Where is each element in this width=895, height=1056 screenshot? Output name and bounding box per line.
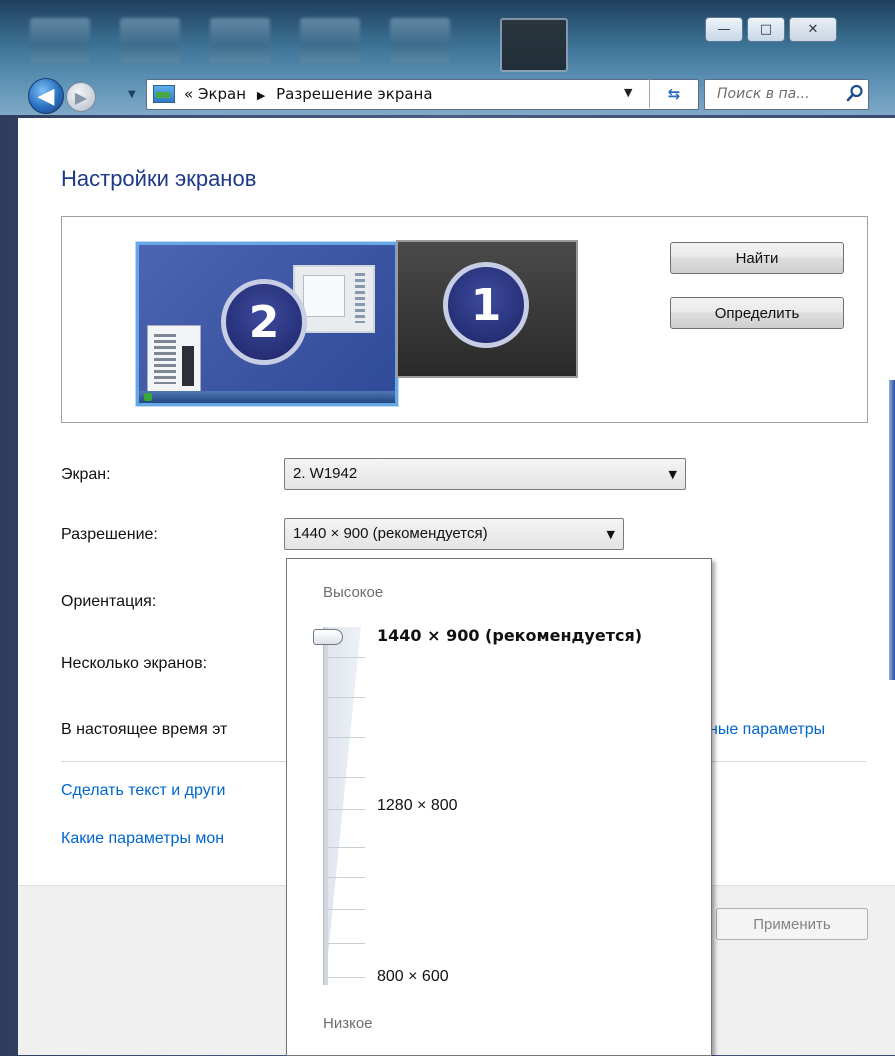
- chevron-down-icon: ▼: [624, 86, 633, 99]
- back-arrow-icon: ◀: [37, 83, 55, 109]
- advanced-settings-link[interactable]: ные параметры: [709, 721, 825, 739]
- slider-tick: [327, 847, 365, 848]
- window-titlebar: — □ ✕ ◀ ▶ ▼ « Экран ▶ Разрешение экрана …: [0, 0, 895, 115]
- address-bar[interactable]: « Экран ▶ Разрешение экрана ▼ ⇆: [146, 79, 699, 110]
- refresh-icon: ⇆: [667, 84, 681, 103]
- resolution-select[interactable]: 1440 × 900 (рекомендуется) ▼: [284, 518, 624, 550]
- aero-background: [20, 8, 620, 72]
- forward-arrow-icon: ▶: [74, 87, 88, 107]
- slider-tick: [327, 657, 365, 658]
- window-controls: — □ ✕: [705, 17, 841, 42]
- breadcrumb: « Экран ▶ Разрешение экрана: [184, 85, 433, 103]
- orientation-label: Ориентация:: [61, 593, 157, 610]
- display-control-panel-icon: [153, 85, 175, 103]
- maximize-button[interactable]: □: [747, 17, 785, 42]
- display-select-value: 2. W1942: [293, 465, 358, 482]
- recent-pages-dropdown[interactable]: ▼: [128, 89, 136, 100]
- chevron-down-icon: ▼: [606, 528, 615, 541]
- display-select[interactable]: 2. W1942 ▼: [284, 458, 686, 490]
- monitor-2-selected[interactable]: 2: [136, 242, 398, 406]
- minimize-button[interactable]: —: [705, 17, 743, 42]
- breadcrumb-overflow[interactable]: «: [184, 85, 193, 103]
- close-icon: ✕: [807, 22, 819, 37]
- monitor-settings-help-link[interactable]: Какие параметры мон: [61, 830, 224, 848]
- close-button[interactable]: ✕: [789, 17, 837, 42]
- desktop-preview-window: [147, 325, 201, 395]
- resolution-slider-thumb[interactable]: [313, 629, 343, 645]
- monitor-arrangement-panel: 2 1 Найти Определить: [61, 216, 868, 423]
- find-button[interactable]: Найти: [670, 242, 844, 274]
- monitor-1[interactable]: 1: [396, 240, 578, 378]
- maximize-icon: □: [759, 22, 773, 37]
- current-display-text: В настоящее время эт: [61, 721, 228, 738]
- apply-button[interactable]: Применить: [716, 908, 868, 940]
- breadcrumb-item-resolution[interactable]: Разрешение экрана: [276, 85, 432, 103]
- breadcrumb-item-screen[interactable]: Экран: [198, 85, 246, 103]
- resolution-option-800x600[interactable]: 800 × 600: [377, 968, 449, 986]
- back-button[interactable]: ◀: [28, 78, 64, 114]
- search-input[interactable]: Поиск в па...: [704, 79, 869, 110]
- multiple-displays-label: Несколько экранов:: [61, 655, 208, 672]
- slider-tick: [327, 877, 365, 878]
- text-size-link[interactable]: Сделать текст и други: [61, 782, 225, 800]
- slider-tick: [327, 777, 365, 778]
- slider-tick: [327, 697, 365, 698]
- forward-button[interactable]: ▶: [66, 82, 96, 112]
- resolution-label: Разрешение:: [61, 526, 158, 543]
- resolution-slider-track[interactable]: [323, 627, 328, 985]
- display-label: Экран:: [61, 466, 111, 483]
- chevron-down-icon: ▼: [668, 468, 677, 481]
- breadcrumb-separator-icon[interactable]: ▶: [257, 89, 265, 102]
- slider-wedge: [325, 627, 361, 985]
- slider-tick: [327, 809, 365, 810]
- slider-tick: [327, 977, 365, 978]
- resolution-option-1440x900[interactable]: 1440 × 900 (рекомендуется): [377, 626, 642, 645]
- desktop-preview-taskbar: [139, 391, 395, 403]
- monitor-number-badge: 2: [221, 279, 307, 365]
- window-edge: [889, 380, 895, 680]
- slider-high-label: Высокое: [323, 584, 384, 601]
- monitor-number-badge: 1: [443, 262, 529, 348]
- aero-dark-thumbnail: [500, 18, 568, 72]
- page-title: Настройки экранов: [61, 166, 257, 191]
- address-dropdown-button[interactable]: ▼: [624, 86, 632, 99]
- minimize-icon: —: [717, 22, 731, 37]
- search-placeholder: Поиск в па...: [717, 86, 810, 102]
- resolution-select-value: 1440 × 900 (рекомендуется): [293, 525, 488, 542]
- slider-tick: [327, 909, 365, 910]
- chevron-down-icon: ▼: [128, 89, 136, 100]
- identify-button[interactable]: Определить: [670, 297, 844, 329]
- slider-tick: [327, 943, 365, 944]
- refresh-button[interactable]: ⇆: [649, 79, 698, 108]
- slider-tick: [327, 737, 365, 738]
- slider-low-label: Низкое: [323, 1015, 373, 1032]
- resolution-option-1280x800[interactable]: 1280 × 800: [377, 797, 458, 815]
- resolution-dropdown-popup: Высокое 1440 × 900 (рекомендуется) 1280 …: [286, 558, 712, 1056]
- search-icon[interactable]: [846, 84, 864, 102]
